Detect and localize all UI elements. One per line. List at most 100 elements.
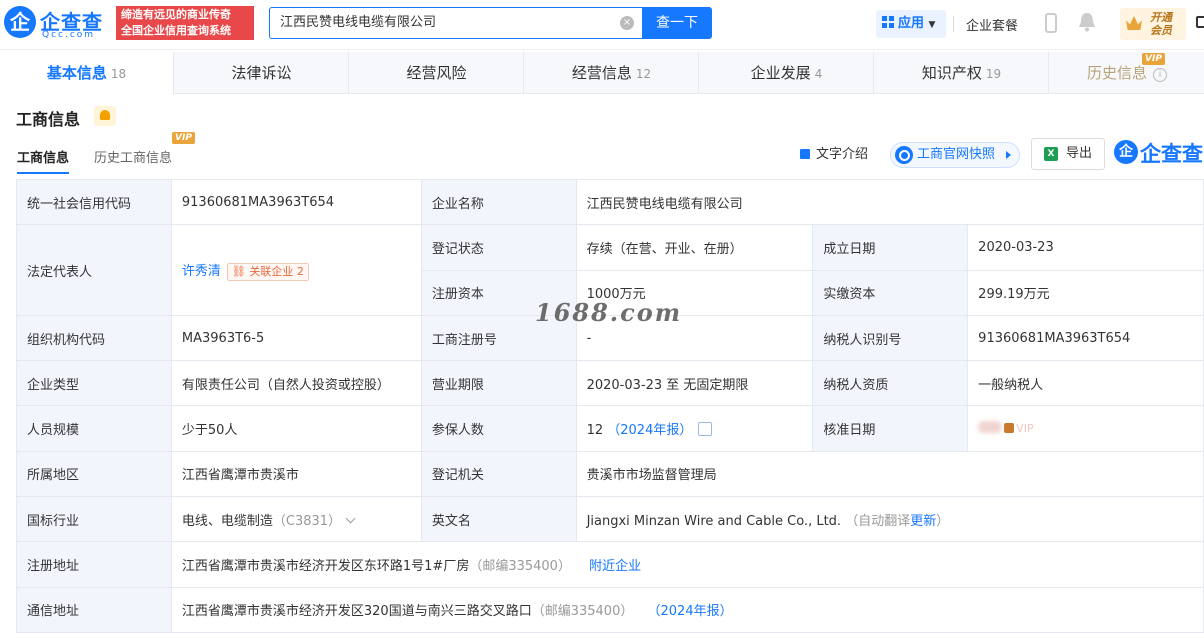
qcc-brand-text: 企查查 [1140,142,1203,166]
text-intro-button[interactable]: 文字介绍 [800,140,868,170]
auto-translate-note: （自动翻译 [845,513,911,529]
field-label: 国标行业 [16,496,172,543]
credit-code-value: 91360681MA3963T654 [170,178,422,226]
biz-term-value: 2020-03-23 至 无固定期限 [575,360,814,407]
mail-addr-cell: 江西省鹰潭市贵溪市经济开发区320国道与南兴三路交叉路口（邮编335400） （… [170,586,1204,633]
tab-history[interactable]: 历史信息 i [1050,52,1204,94]
field-label: 注册地址 [16,541,172,588]
qcc-logo[interactable]: 企 企查查 Qcc.com [4,6,114,42]
tab-label: 企业发展 [750,64,811,82]
field-label: 核准日期 [812,405,969,452]
snapshot-search-icon [895,146,913,164]
taxpayer-qual-value: 一般纳税人 [967,360,1204,407]
tab-ip[interactable]: 知识产权 19 [875,52,1049,94]
tab-label: 经营信息 [571,64,632,82]
tab-label: 基本信息 [46,64,107,82]
insured-value: 12 [586,423,604,439]
tab-legal[interactable]: 法律诉讼 [175,52,349,94]
table-row: 国标行业 电线、电缆制造（C3831） 英文名 Jiangxi Minzan W… [16,496,1204,543]
field-label: 成立日期 [812,224,969,271]
field-label: 登记状态 [420,224,577,271]
business-info-table: 统一社会信用代码 91360681MA3963T654 企业名称 江西民赞电线电… [16,178,1204,633]
field-label: 通信地址 [16,586,172,633]
field-label: 法定代表人 [16,224,172,316]
mail-addr-report-link[interactable]: （2024年报） [648,604,733,619]
logo-mark: 企 [4,6,36,38]
apps-label: 应用 [898,16,925,31]
export-label: 导出 [1066,146,1093,161]
field-label: 组织机构代码 [16,314,172,362]
mail-addr-value: 江西省鹰潭市贵溪市经济开发区320国道与南兴三路交叉路口 [181,604,532,620]
industry-code: （C3831） [272,513,342,529]
table-row: 统一社会信用代码 91360681MA3963T654 企业名称 江西民赞电线电… [16,178,1204,226]
related-icon: ⛓ [231,264,250,278]
main-tabs: 基本信息 18 法律诉讼 经营风险 经营信息 12 企业发展 4 知识产权 19 历史信… [0,52,1204,95]
field-label: 英文名 [420,496,577,543]
paid-capital-value: 299.19万元 [967,269,1204,316]
menu-grid-icon[interactable] [1196,16,1204,28]
en-name-value: Jiangxi Minzan Wire and Cable Co., Ltd. [586,513,842,529]
export-button[interactable]: X 导出 [1031,138,1105,170]
clear-icon[interactable]: × [620,16,634,30]
open-vip-button[interactable]: 开通 会员 [1120,8,1186,40]
tab-risk[interactable]: 经营风险 [350,52,524,94]
watermark-text: 1688.com [535,298,683,327]
taxpayer-id-value: 91360681MA3963T654 [967,314,1204,362]
table-row: 所属地区 江西省鹰潭市贵溪市 登记机关 贵溪市市场监督管理局 [16,450,1204,498]
reg-status-value: 存续（在营、开业、在册） [575,224,814,271]
legal-rep-link[interactable]: 许秀清 [182,264,221,279]
insured-report-link[interactable]: （2024年报） [607,423,692,438]
tab-label: 经营风险 [406,64,467,82]
field-label: 纳税人识别号 [812,314,969,362]
tab-basic-info[interactable]: 基本信息 18 [0,52,174,95]
tab-count: 12 [635,67,652,81]
snapshot-label: 工商官网快照 [917,147,996,162]
nearby-companies-link[interactable]: 附近企业 [589,559,641,574]
tab-count: 19 [985,67,1002,81]
field-label: 所属地区 [16,450,172,498]
apps-button[interactable]: 应用 ▼ [876,10,946,38]
text-intro-label: 文字介绍 [816,147,869,162]
slogan-line1: 缔造有远见的商业传奇 [121,8,231,21]
enterprise-package-link[interactable]: 企业套餐 [966,15,1018,34]
apps-grid-icon [882,16,894,28]
caret-down-icon: ▼ [928,20,936,30]
field-label: 纳税人资质 [812,360,969,407]
mobile-app-icon[interactable] [1045,13,1057,33]
slogan-banner: 缔造有远见的商业传奇 全国企业信用查询系统 [116,6,254,40]
field-label: 企业名称 [420,178,577,226]
field-label: 实缴资本 [812,269,969,316]
trend-chart-icon[interactable] [698,422,713,437]
field-label: 参保人数 [420,405,577,452]
company-name-value: 江西民赞电线电缆有限公司 [575,178,1204,226]
official-snapshot-button[interactable]: 工商官网快照 [890,142,1020,168]
tab-development[interactable]: 企业发展 4 [700,52,874,94]
legal-rep-cell: 许秀清 ⛓ 关联企业 2 [170,224,422,316]
subtab-business-info[interactable]: 工商信息 [17,147,70,174]
reg-addr-zip: （邮编335400） [469,559,571,575]
tab-count: 4 [814,67,823,81]
industry-cell[interactable]: 电线、电缆制造（C3831） [170,496,422,543]
tab-operation[interactable]: 经营信息 12 [525,52,699,94]
reg-authority-value: 贵溪市市场监督管理局 [575,450,1204,498]
subscribe-bell-icon[interactable] [94,106,116,126]
reg-addr-value: 江西省鹰潭市贵溪市经济开发区东环路1号1#厂房 [181,559,470,575]
approve-date-cell[interactable]: VIP [967,405,1204,452]
search-input[interactable]: 江西民赞电线电缆有限公司 [269,7,642,39]
logo-subtext: Qcc.com [42,30,96,40]
region-value: 江西省鹰潭市贵溪市 [170,450,422,498]
est-date-value: 2020-03-23 [967,224,1204,271]
vip-open-line2: 会员 [1150,24,1172,37]
org-code-value: MA3963T6-5 [170,314,422,362]
field-label: 企业类型 [16,360,172,407]
vip-open-line1: 开通 [1150,11,1172,24]
related-count: 2 [296,264,304,278]
related-companies-badge[interactable]: ⛓ 关联企业 2 [226,262,309,281]
notification-bell-icon[interactable] [1078,12,1096,32]
search-button[interactable]: 查一下 [642,7,712,39]
en-name-cell: Jiangxi Minzan Wire and Cable Co., Ltd. … [575,496,1204,543]
update-link[interactable]: 更新 [910,514,936,529]
chevron-down-icon[interactable] [345,513,356,524]
subtab-history-business-info[interactable]: 历史工商信息 [94,147,172,166]
related-label: 关联企业 [249,264,294,278]
